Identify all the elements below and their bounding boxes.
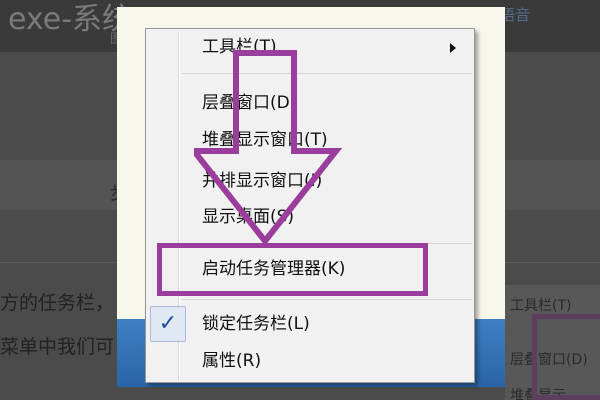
menu-item-lock-taskbar[interactable]: 锁定任务栏(L): [202, 310, 310, 338]
preview-item: 工具栏(T): [510, 298, 572, 314]
down-arrow-icon: [194, 50, 343, 246]
menu-item-properties[interactable]: 属性(R): [202, 347, 261, 375]
article-line-2: 菜单中我们可: [0, 336, 115, 358]
taskbar-context-menu: 工具栏(T) 层叠窗口(D) 堆叠显示窗口(T) 并排显示窗口(I) 显示桌面(…: [145, 28, 475, 383]
article-line-1: 方的任务栏，: [0, 292, 115, 314]
chevron-right-icon: [450, 43, 456, 53]
task-manager-highlight-box: [157, 243, 428, 296]
preview-highlight-box: [532, 314, 600, 400]
menu-separator: [182, 299, 472, 300]
checkmark-icon: ✓: [150, 306, 186, 342]
